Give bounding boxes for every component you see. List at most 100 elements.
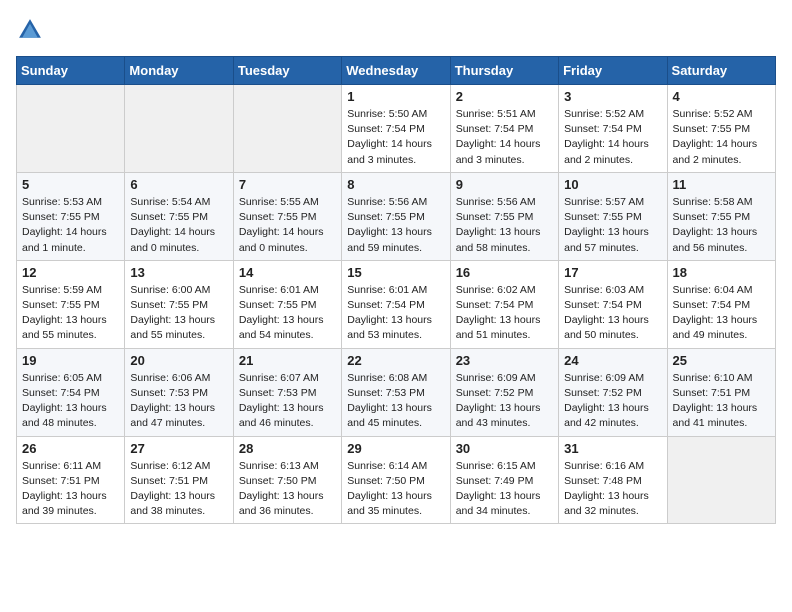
calendar-cell: 13 Sunrise: 6:00 AM Sunset: 7:55 PM Dayli…	[125, 260, 233, 348]
day-info: Sunrise: 6:09 AM Sunset: 7:52 PM Dayligh…	[564, 371, 661, 432]
day-info: Sunrise: 6:02 AM Sunset: 7:54 PM Dayligh…	[456, 283, 553, 344]
calendar-week-row: 12Sunrise: 5:59 AM Sunset: 7:55 PM Dayli…	[17, 260, 776, 348]
calendar-cell: 4 Sunrise: 5:52 AM Sunset: 7:55 PM Daylig…	[667, 85, 775, 173]
day-number: 30	[456, 441, 553, 456]
calendar-cell: 15Sunrise: 6:01 AM Sunset: 7:54 PM Dayli…	[342, 260, 450, 348]
calendar-cell: 9Sunrise: 5:56 AM Sunset: 7:55 PM Daylig…	[450, 172, 558, 260]
day-number: 6	[130, 177, 227, 192]
calendar-cell: 7 Sunrise: 5:55 AM Sunset: 7:55 PM Daylig…	[233, 172, 341, 260]
day-info: Sunrise: 6:03 AM Sunset: 7:54 PM Dayligh…	[564, 283, 661, 344]
day-number: 3	[564, 89, 661, 104]
day-info: Sunrise: 5:58 AM Sunset: 7:55 PM Dayligh…	[673, 195, 770, 256]
day-number: 16	[456, 265, 553, 280]
day-info: Sunrise: 6:06 AM Sunset: 7:53 PM Dayligh…	[130, 371, 227, 432]
calendar-cell	[17, 85, 125, 173]
calendar-week-row: 26 Sunrise: 6:11 AM Sunset: 7:51 PM Dayli…	[17, 436, 776, 524]
calendar-cell: 1 Sunrise: 5:50 AM Sunset: 7:54 PM Daylig…	[342, 85, 450, 173]
calendar-cell: 10 Sunrise: 5:57 AM Sunset: 7:55 PM Dayli…	[559, 172, 667, 260]
weekday-header-saturday: Saturday	[667, 57, 775, 85]
calendar-cell: 28 Sunrise: 6:13 AM Sunset: 7:50 PM Dayli…	[233, 436, 341, 524]
day-number: 22	[347, 353, 444, 368]
day-info: Sunrise: 6:10 AM Sunset: 7:51 PM Dayligh…	[673, 371, 770, 432]
calendar-cell: 17 Sunrise: 6:03 AM Sunset: 7:54 PM Dayli…	[559, 260, 667, 348]
calendar-cell: 3 Sunrise: 5:52 AM Sunset: 7:54 PM Daylig…	[559, 85, 667, 173]
day-number: 2	[456, 89, 553, 104]
calendar-cell: 20 Sunrise: 6:06 AM Sunset: 7:53 PM Dayli…	[125, 348, 233, 436]
day-number: 8	[347, 177, 444, 192]
day-info: Sunrise: 6:09 AM Sunset: 7:52 PM Dayligh…	[456, 371, 553, 432]
logo	[16, 16, 48, 44]
day-info: Sunrise: 6:11 AM Sunset: 7:51 PM Dayligh…	[22, 459, 119, 520]
calendar-cell: 11 Sunrise: 5:58 AM Sunset: 7:55 PM Dayli…	[667, 172, 775, 260]
calendar-cell: 22 Sunrise: 6:08 AM Sunset: 7:53 PM Dayli…	[342, 348, 450, 436]
logo-icon	[16, 16, 44, 44]
calendar-table: SundayMondayTuesdayWednesdayThursdayFrid…	[16, 56, 776, 524]
weekday-header-monday: Monday	[125, 57, 233, 85]
day-info: Sunrise: 5:57 AM Sunset: 7:55 PM Dayligh…	[564, 195, 661, 256]
day-number: 17	[564, 265, 661, 280]
day-number: 24	[564, 353, 661, 368]
day-number: 14	[239, 265, 336, 280]
day-number: 4	[673, 89, 770, 104]
calendar-cell: 12Sunrise: 5:59 AM Sunset: 7:55 PM Dayli…	[17, 260, 125, 348]
day-number: 1	[347, 89, 444, 104]
calendar-week-row: 19 Sunrise: 6:05 AM Sunset: 7:54 PM Dayli…	[17, 348, 776, 436]
day-info: Sunrise: 5:55 AM Sunset: 7:55 PM Dayligh…	[239, 195, 336, 256]
day-number: 31	[564, 441, 661, 456]
day-info: Sunrise: 6:01 AM Sunset: 7:55 PM Dayligh…	[239, 283, 336, 344]
day-number: 28	[239, 441, 336, 456]
calendar-cell: 8Sunrise: 5:56 AM Sunset: 7:55 PM Daylig…	[342, 172, 450, 260]
calendar-week-row: 5Sunrise: 5:53 AM Sunset: 7:55 PM Daylig…	[17, 172, 776, 260]
day-info: Sunrise: 6:07 AM Sunset: 7:53 PM Dayligh…	[239, 371, 336, 432]
calendar-cell: 14 Sunrise: 6:01 AM Sunset: 7:55 PM Dayli…	[233, 260, 341, 348]
day-info: Sunrise: 6:13 AM Sunset: 7:50 PM Dayligh…	[239, 459, 336, 520]
day-number: 10	[564, 177, 661, 192]
day-number: 18	[673, 265, 770, 280]
calendar-cell: 24 Sunrise: 6:09 AM Sunset: 7:52 PM Dayli…	[559, 348, 667, 436]
day-number: 21	[239, 353, 336, 368]
calendar-cell: 31 Sunrise: 6:16 AM Sunset: 7:48 PM Dayli…	[559, 436, 667, 524]
calendar-cell: 30Sunrise: 6:15 AM Sunset: 7:49 PM Dayli…	[450, 436, 558, 524]
day-info: Sunrise: 6:16 AM Sunset: 7:48 PM Dayligh…	[564, 459, 661, 520]
day-info: Sunrise: 5:52 AM Sunset: 7:54 PM Dayligh…	[564, 107, 661, 168]
day-number: 20	[130, 353, 227, 368]
day-number: 13	[130, 265, 227, 280]
calendar-cell: 18 Sunrise: 6:04 AM Sunset: 7:54 PM Dayli…	[667, 260, 775, 348]
calendar-cell: 6Sunrise: 5:54 AM Sunset: 7:55 PM Daylig…	[125, 172, 233, 260]
weekday-header-tuesday: Tuesday	[233, 57, 341, 85]
day-info: Sunrise: 5:51 AM Sunset: 7:54 PM Dayligh…	[456, 107, 553, 168]
day-number: 19	[22, 353, 119, 368]
calendar-cell: 27Sunrise: 6:12 AM Sunset: 7:51 PM Dayli…	[125, 436, 233, 524]
day-number: 5	[22, 177, 119, 192]
day-number: 27	[130, 441, 227, 456]
calendar-week-row: 1 Sunrise: 5:50 AM Sunset: 7:54 PM Daylig…	[17, 85, 776, 173]
calendar-cell: 2 Sunrise: 5:51 AM Sunset: 7:54 PM Daylig…	[450, 85, 558, 173]
weekday-header-thursday: Thursday	[450, 57, 558, 85]
day-info: Sunrise: 6:04 AM Sunset: 7:54 PM Dayligh…	[673, 283, 770, 344]
day-info: Sunrise: 6:00 AM Sunset: 7:55 PM Dayligh…	[130, 283, 227, 344]
day-info: Sunrise: 5:50 AM Sunset: 7:54 PM Dayligh…	[347, 107, 444, 168]
day-info: Sunrise: 6:14 AM Sunset: 7:50 PM Dayligh…	[347, 459, 444, 520]
day-info: Sunrise: 6:01 AM Sunset: 7:54 PM Dayligh…	[347, 283, 444, 344]
calendar-cell	[125, 85, 233, 173]
day-number: 26	[22, 441, 119, 456]
day-number: 11	[673, 177, 770, 192]
calendar-cell	[667, 436, 775, 524]
page-header	[16, 16, 776, 44]
day-number: 7	[239, 177, 336, 192]
day-info: Sunrise: 6:08 AM Sunset: 7:53 PM Dayligh…	[347, 371, 444, 432]
calendar-cell: 29Sunrise: 6:14 AM Sunset: 7:50 PM Dayli…	[342, 436, 450, 524]
weekday-header-sunday: Sunday	[17, 57, 125, 85]
day-info: Sunrise: 5:56 AM Sunset: 7:55 PM Dayligh…	[456, 195, 553, 256]
calendar-cell: 19 Sunrise: 6:05 AM Sunset: 7:54 PM Dayli…	[17, 348, 125, 436]
day-number: 25	[673, 353, 770, 368]
calendar-cell: 16 Sunrise: 6:02 AM Sunset: 7:54 PM Dayli…	[450, 260, 558, 348]
calendar-cell: 26 Sunrise: 6:11 AM Sunset: 7:51 PM Dayli…	[17, 436, 125, 524]
day-info: Sunrise: 6:05 AM Sunset: 7:54 PM Dayligh…	[22, 371, 119, 432]
weekday-header-friday: Friday	[559, 57, 667, 85]
day-number: 23	[456, 353, 553, 368]
weekday-header-row: SundayMondayTuesdayWednesdayThursdayFrid…	[17, 57, 776, 85]
calendar-cell: 23 Sunrise: 6:09 AM Sunset: 7:52 PM Dayli…	[450, 348, 558, 436]
day-info: Sunrise: 5:52 AM Sunset: 7:55 PM Dayligh…	[673, 107, 770, 168]
day-number: 12	[22, 265, 119, 280]
